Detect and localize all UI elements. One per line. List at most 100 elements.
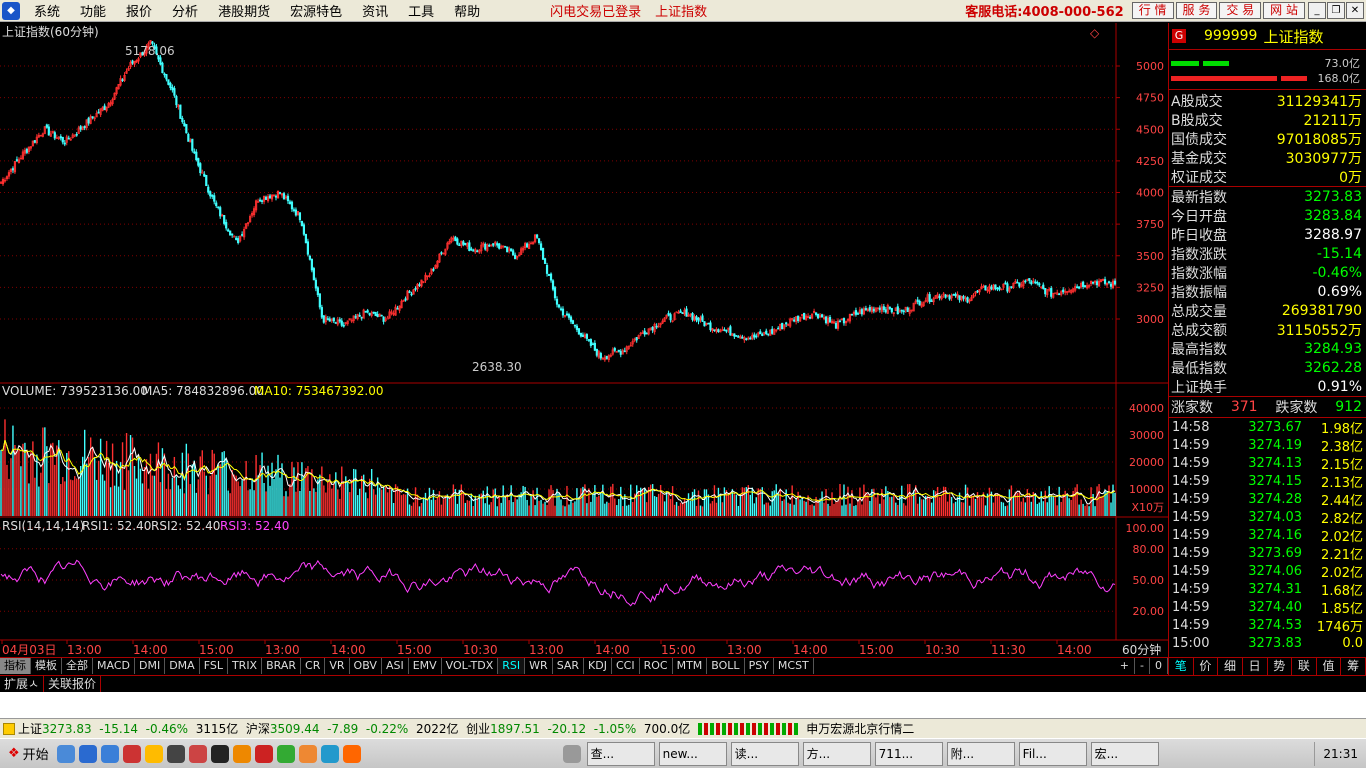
menu-item-special[interactable]: 宏源特色 [280, 1, 352, 20]
task-8[interactable]: 宏... [1090, 741, 1159, 766]
kline-chart[interactable]: 5000 4750 4500 4250 4000 3750 3500 3250 3000 5178… [0, 23, 1168, 657]
menu-item-analysis[interactable]: 分析 [162, 1, 208, 20]
indicator-tab-brar[interactable]: BRAR [262, 658, 302, 674]
candle-body [589, 339, 592, 346]
indicator-tab-obv[interactable]: OBV [350, 658, 382, 674]
indicator-tab-mcst[interactable]: MCST [774, 658, 814, 674]
sh-label[interactable]: 上证 [18, 720, 42, 737]
indicator-tab-mtm[interactable]: MTM [673, 658, 708, 674]
panel-tab[interactable]: 联 [1292, 658, 1317, 675]
index-link[interactable]: 上证指数 [655, 1, 707, 20]
candle-body [930, 300, 933, 302]
indicator-tab-dma[interactable]: DMA [165, 658, 200, 674]
task-5[interactable]: 711... [874, 741, 943, 766]
nav-button-trade[interactable]: 交 易 [1219, 2, 1262, 19]
quicklaunch-qq-icon[interactable] [210, 744, 229, 763]
volume-tick-label: 10000 [1129, 483, 1164, 496]
indicator-tab-wr[interactable]: WR [525, 658, 553, 674]
task-4[interactable]: 方... [802, 741, 871, 766]
quicklaunch-orange-icon[interactable] [342, 744, 361, 763]
nav-button-market[interactable]: 行 情 [1131, 2, 1174, 19]
candle-body [856, 313, 860, 315]
quicklaunch-ie-icon[interactable] [78, 744, 97, 763]
chart-area[interactable]: 5000 4750 4500 4250 4000 3750 3500 3250 3000 5178… [0, 23, 1168, 675]
menu-item-help[interactable]: 帮助 [444, 1, 490, 20]
menu-item-hk-futures[interactable]: 港股期货 [208, 1, 280, 20]
candle-body [260, 200, 264, 202]
indicator-ctrl-button[interactable]: 0 [1150, 658, 1168, 674]
indicator-tab-trix[interactable]: TRIX [228, 658, 263, 674]
indicator-tab-dmi[interactable]: DMI [135, 658, 166, 674]
indicator-tab-kdj[interactable]: KDJ [584, 658, 612, 674]
close-button[interactable]: ✕ [1346, 2, 1364, 19]
indicator-ctrl-button[interactable]: + [1115, 658, 1136, 674]
indicator-tab-指标[interactable]: 指标 [0, 658, 31, 674]
quicklaunch-green-icon[interactable] [276, 744, 295, 763]
indicator-tab-emv[interactable]: EMV [409, 658, 442, 674]
quicklaunch-flag-icon[interactable] [188, 744, 207, 763]
panel-tab[interactable]: 细 [1218, 658, 1243, 675]
restore-button[interactable]: ❐ [1327, 2, 1345, 19]
indicator-tab-cci[interactable]: CCI [612, 658, 640, 674]
quicklaunch-media-icon[interactable] [166, 744, 185, 763]
nav-button-service[interactable]: 服 务 [1175, 2, 1218, 19]
cy-label[interactable]: 创业 [466, 720, 490, 737]
panel-tab[interactable]: 值 [1317, 658, 1342, 675]
sz-label[interactable]: 沪深 [246, 720, 270, 737]
panel-tab[interactable]: 筹 [1341, 658, 1366, 675]
quicklaunch-smile-icon[interactable] [144, 744, 163, 763]
quicklaunch-browser-icon[interactable] [298, 744, 317, 763]
indicator-tab-vol-tdx[interactable]: VOL-TDX [442, 658, 499, 674]
quicklaunch-desktop-icon[interactable] [56, 744, 75, 763]
candle-body [868, 307, 871, 311]
quicklaunch-folder-icon[interactable] [232, 744, 251, 763]
quicklaunch-search-icon[interactable] [100, 744, 119, 763]
quicklaunch-blue-icon[interactable] [320, 744, 339, 763]
task-1[interactable]: 查... [586, 741, 655, 766]
menu-item-tools[interactable]: 工具 [398, 1, 444, 20]
menu-item-function[interactable]: 功能 [70, 1, 116, 20]
indicator-tab-sar[interactable]: SAR [553, 658, 585, 674]
indicator-tab-boll[interactable]: BOLL [707, 658, 745, 674]
task-7[interactable]: Fil... [1018, 741, 1087, 766]
clock[interactable]: 21:31 [1323, 747, 1358, 761]
panel-tab[interactable]: 价 [1194, 658, 1219, 675]
quicklaunch-app-icon[interactable] [122, 744, 141, 763]
indicator-tab-rsi[interactable]: RSI [498, 658, 526, 674]
server-name[interactable]: 申万宏源北京行情二 [806, 720, 914, 737]
task-3[interactable]: 读... [730, 741, 799, 766]
candle-body [976, 290, 979, 293]
indicator-tab-macd[interactable]: MACD [93, 658, 135, 674]
menu-item-quote[interactable]: 报价 [116, 1, 162, 20]
tab-related-quote[interactable]: 关联报价 [44, 676, 102, 692]
candle-body [599, 353, 602, 359]
candle-body [619, 350, 622, 355]
minimize-button[interactable]: _ [1308, 2, 1326, 19]
nav-button-website[interactable]: 网 站 [1263, 2, 1305, 19]
menu-item-system[interactable]: 系统 [24, 1, 70, 20]
candle-body [215, 202, 218, 206]
tab-expand[interactable]: 扩展ㅅ [0, 676, 45, 692]
candle-body [312, 268, 315, 281]
tick-price: 3274.03 [1248, 509, 1302, 525]
panel-tab[interactable]: 日 [1243, 658, 1268, 675]
indicator-tab-fsl[interactable]: FSL [200, 658, 228, 674]
menu-item-news[interactable]: 资讯 [352, 1, 398, 20]
indicator-tab-全部[interactable]: 全部 [62, 658, 93, 674]
quicklaunch-red-icon[interactable] [254, 744, 273, 763]
indicator-tab-roc[interactable]: ROC [640, 658, 673, 674]
indicator-tab-vr[interactable]: VR [325, 658, 350, 674]
task-6[interactable]: 附... [946, 741, 1015, 766]
start-button[interactable]: ❖ 开始 [2, 742, 55, 766]
panel-tab[interactable]: 势 [1268, 658, 1293, 675]
keyboard-icon[interactable] [562, 744, 581, 763]
indicator-tab-psy[interactable]: PSY [745, 658, 774, 674]
indicator-ctrl-button[interactable]: - [1135, 658, 1150, 674]
login-status[interactable]: 闪电交易已登录 [550, 1, 641, 20]
indicator-tab-asi[interactable]: ASI [382, 658, 409, 674]
panel-tab[interactable]: 笔 [1169, 658, 1194, 675]
candle-body [374, 311, 377, 317]
indicator-tab-cr[interactable]: CR [301, 658, 326, 674]
indicator-tab-模板[interactable]: 模板 [31, 658, 62, 674]
task-2[interactable]: new... [658, 741, 727, 766]
